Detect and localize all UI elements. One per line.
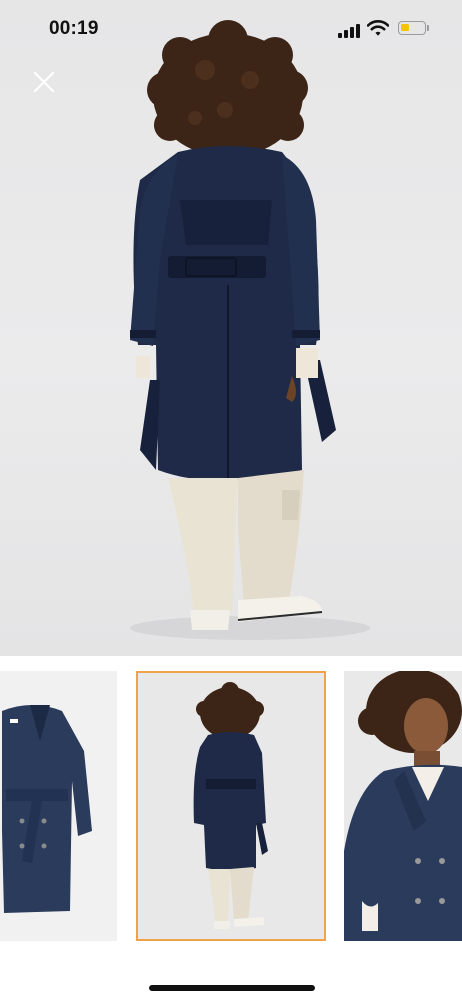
- battery-icon: [398, 21, 426, 35]
- thumbnail-coat-flat-lay[interactable]: [0, 671, 117, 941]
- home-indicator[interactable]: [149, 985, 315, 991]
- coat-flat-lay-image: [2, 705, 92, 913]
- status-time: 00:19: [49, 18, 99, 39]
- cellular-signal-icon: [338, 23, 360, 38]
- thumbnail-coat-back-view[interactable]: [136, 671, 326, 941]
- battery-tip: [427, 25, 429, 31]
- coat-front-closeup-image: [344, 671, 462, 941]
- model-back-view-image: [130, 20, 370, 640]
- main-product-image[interactable]: [0, 0, 462, 656]
- thumbnail-coat-front-closeup[interactable]: [344, 671, 462, 941]
- status-bar: 00:19: [0, 0, 462, 60]
- battery-level: [401, 24, 409, 31]
- thumbnail-strip: [0, 671, 462, 943]
- wifi-icon: [367, 20, 389, 36]
- close-icon[interactable]: [31, 69, 57, 95]
- coat-back-view-image: [193, 682, 268, 929]
